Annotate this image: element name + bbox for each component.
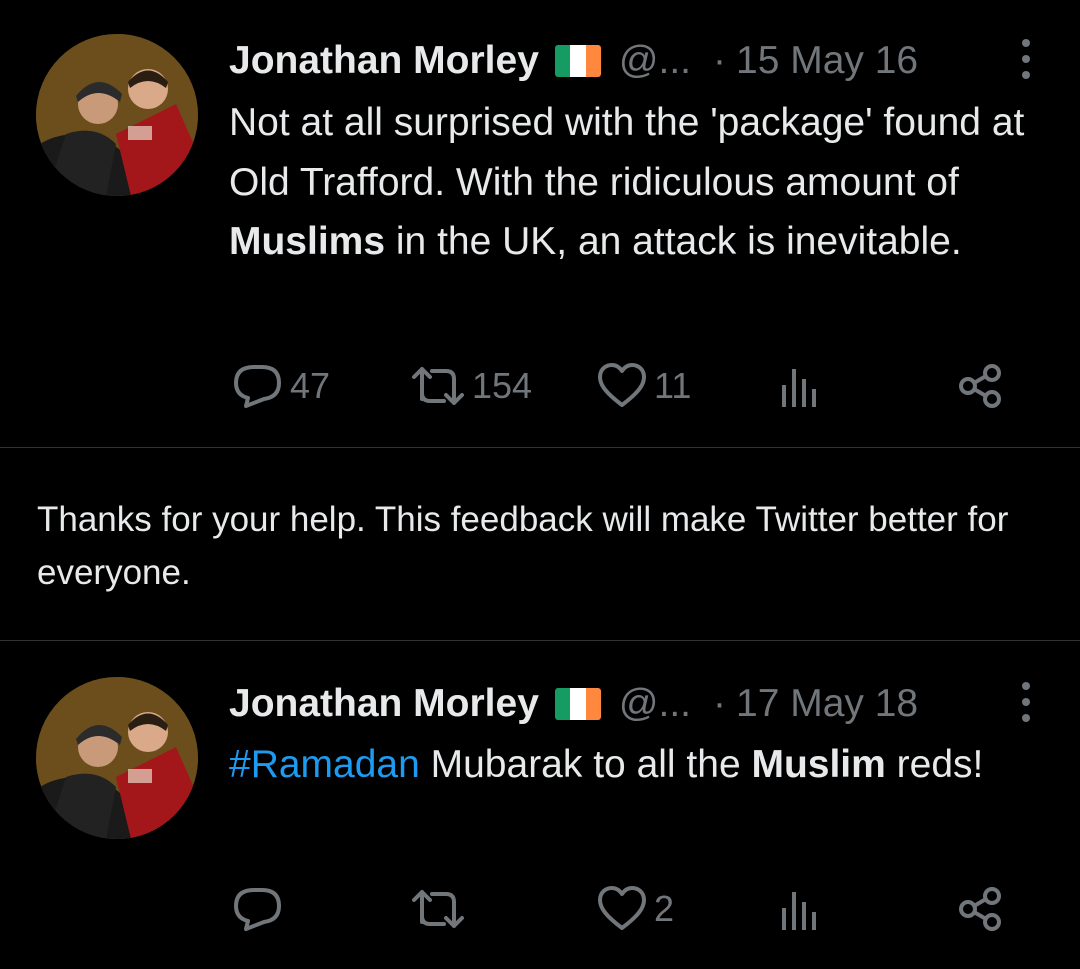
tweet[interactable]: Jonathan Morley @... · 15 May 16 Not at … (0, 0, 1080, 447)
share-icon (959, 364, 1001, 408)
reply-icon (234, 888, 281, 931)
tweet-text: #Ramadan Mubarak to all the Muslim reds! (229, 735, 1049, 795)
like-count: 2 (654, 888, 675, 929)
share-icon (959, 887, 1001, 931)
analytics-button[interactable] (780, 884, 820, 934)
analytics-icon (782, 369, 816, 407)
tweet-text-part: Mubarak to all the (419, 743, 752, 786)
analytics-button[interactable] (780, 361, 820, 411)
author-handle[interactable]: @... (619, 39, 691, 83)
flag-ireland-icon (554, 688, 601, 720)
tweet-text: Not at all surprised with the 'package' … (229, 93, 1049, 272)
more-icon[interactable] (1020, 682, 1032, 722)
tweet-text-part: in the UK, an attack is inevitable. (385, 220, 962, 263)
share-button[interactable] (958, 884, 1004, 934)
like-button[interactable]: 11 (596, 361, 691, 411)
retweet-button[interactable] (410, 884, 472, 934)
retweet-icon (412, 890, 464, 928)
tweet-date[interactable]: 15 May 16 (736, 39, 918, 83)
like-icon (598, 886, 646, 930)
retweet-count: 154 (472, 365, 533, 406)
tweet[interactable]: Jonathan Morley @... · 17 May 18 #Ramada… (0, 641, 1080, 969)
like-count: 11 (654, 365, 692, 406)
like-button[interactable]: 2 (596, 884, 674, 934)
author-name[interactable]: Jonathan Morley (229, 39, 539, 83)
tweet-text-bold: Muslims (229, 220, 386, 263)
retweet-icon (412, 367, 464, 405)
divider (0, 447, 1080, 448)
avatar-photo (36, 677, 198, 839)
retweet-button[interactable]: 154 (410, 361, 532, 411)
reply-button[interactable]: 47 (232, 361, 330, 411)
avatar[interactable] (36, 34, 198, 196)
reply-button[interactable] (232, 884, 290, 934)
author-name[interactable]: Jonathan Morley (229, 682, 539, 726)
tweet-text-part: reds! (885, 743, 984, 786)
avatar[interactable] (36, 677, 198, 839)
more-icon[interactable] (1020, 39, 1032, 79)
author-handle[interactable]: @... (619, 682, 691, 726)
separator-dot: · (713, 39, 726, 82)
tweet-text-bold: Muslim (751, 743, 886, 786)
feedback-message: Thanks for your help. This feedback will… (37, 500, 1009, 592)
reply-count: 47 (290, 365, 331, 406)
avatar-photo (36, 34, 198, 196)
reply-icon (234, 365, 281, 408)
share-button[interactable] (958, 361, 1004, 411)
tweet-text-part: Not at all surprised with the 'package' … (229, 101, 1025, 204)
tweet-date[interactable]: 17 May 18 (736, 682, 918, 726)
flag-ireland-icon (554, 45, 601, 77)
like-icon (598, 363, 646, 407)
analytics-icon (782, 892, 816, 930)
hashtag-link[interactable]: #Ramadan (229, 743, 420, 786)
separator-dot: · (713, 682, 726, 725)
